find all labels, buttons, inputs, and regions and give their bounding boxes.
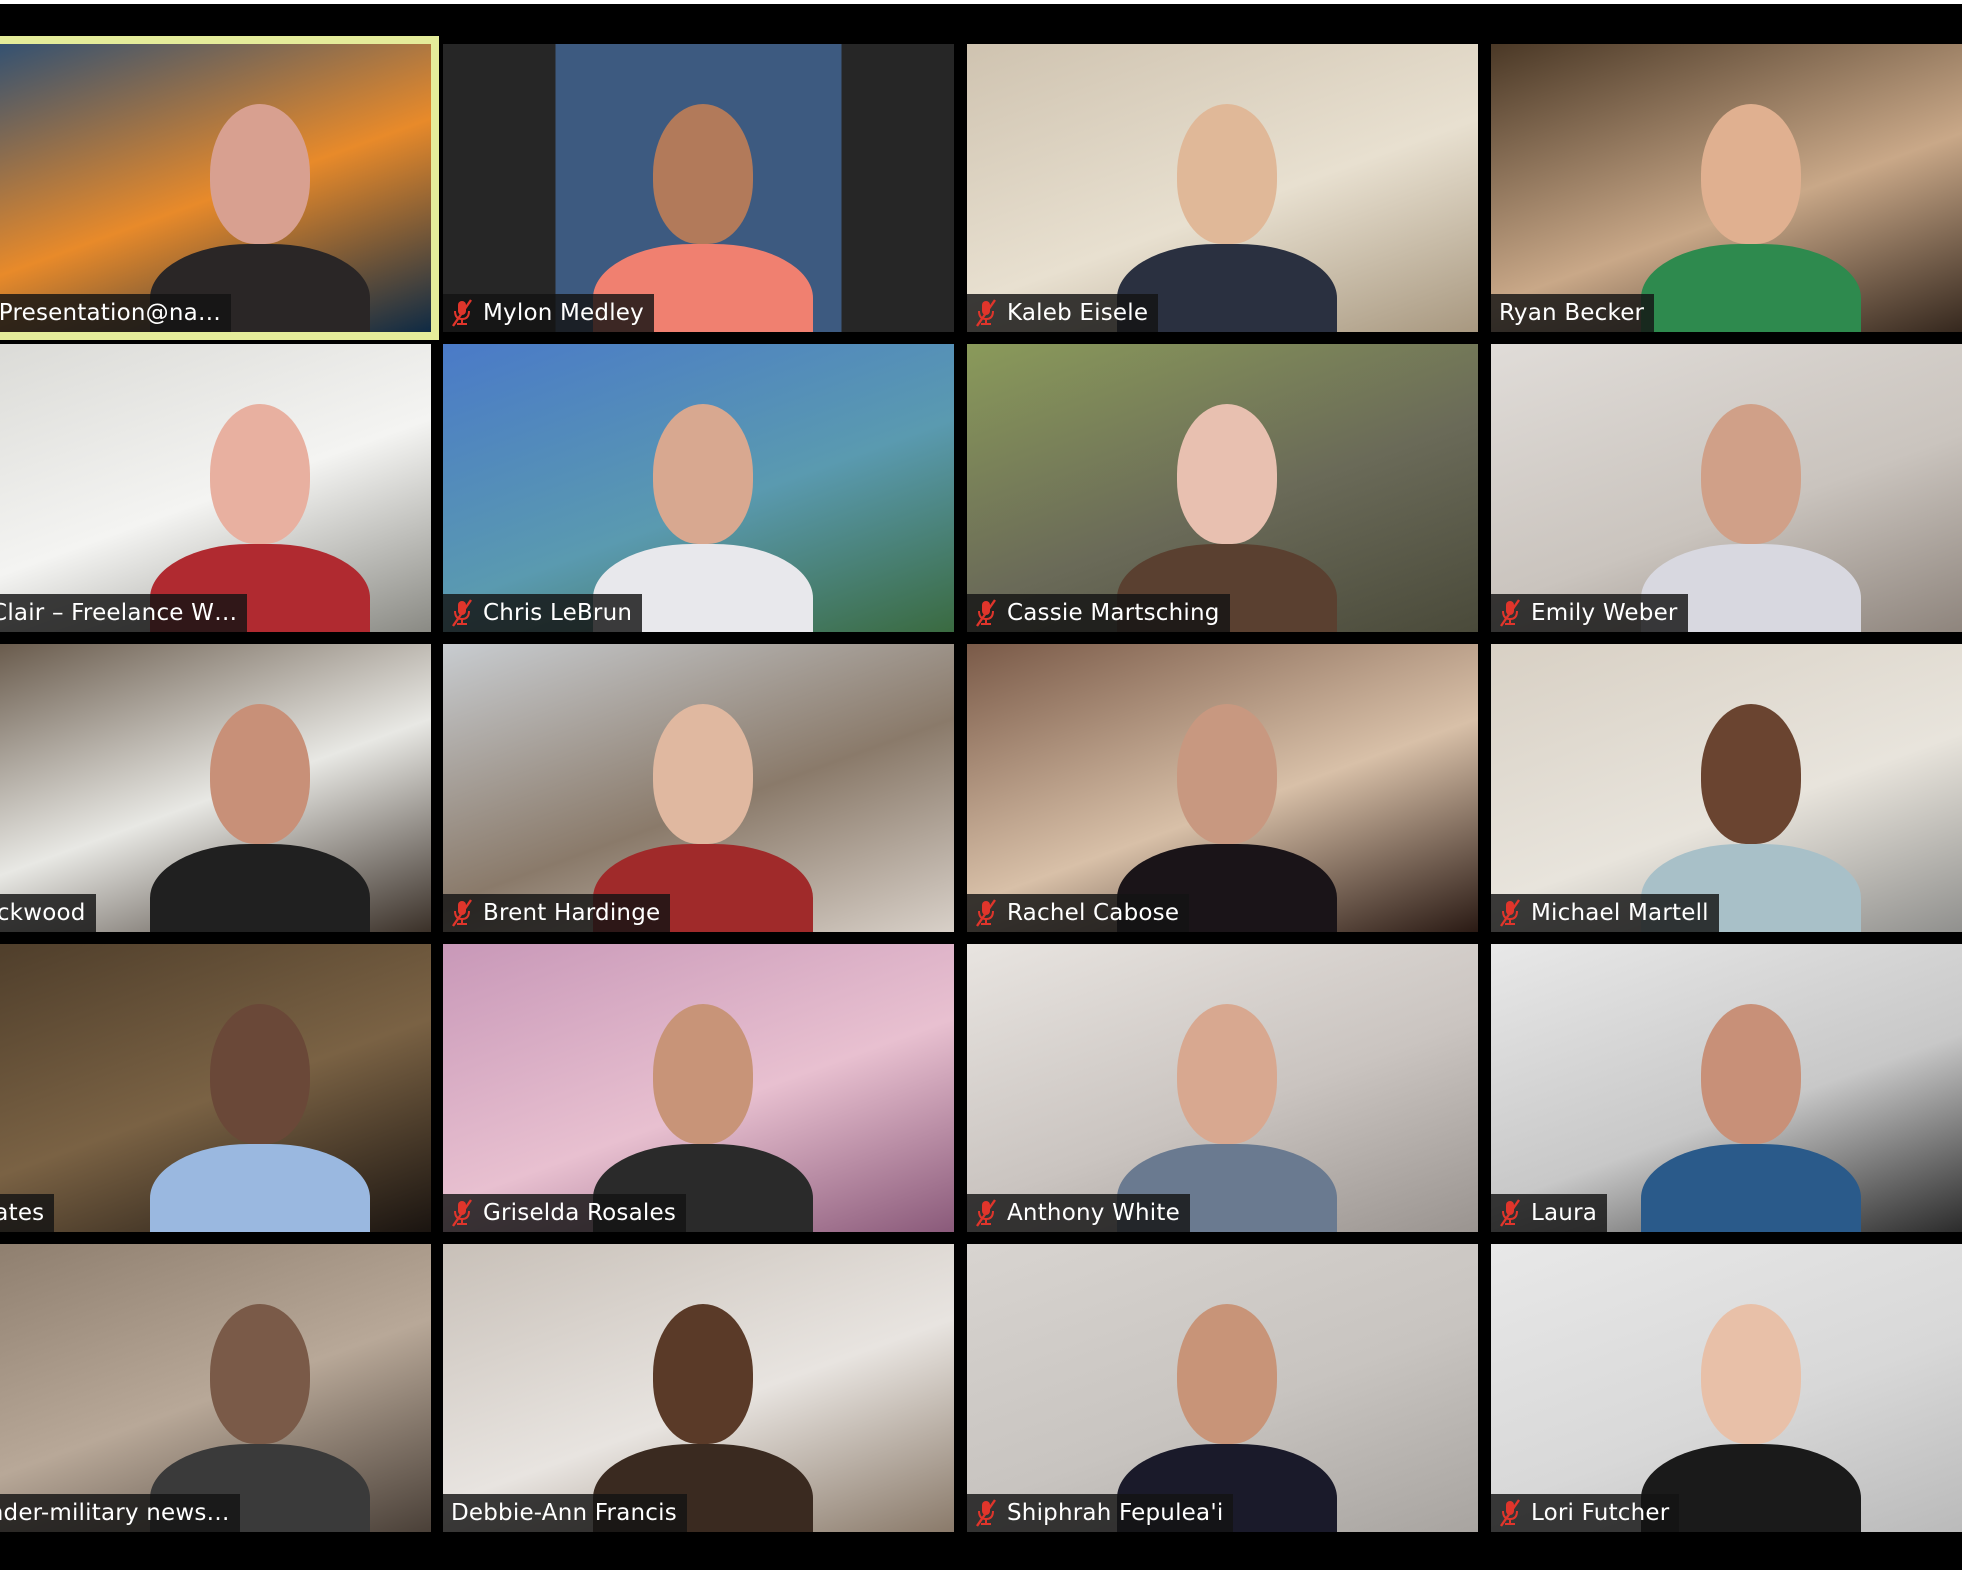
participant-silhouette-face	[653, 404, 753, 544]
muted-microphone-icon	[975, 599, 997, 627]
participant-name: Brent Hardinge	[483, 900, 661, 926]
participant-tile[interactable]: Anthony White	[967, 944, 1478, 1232]
participant-silhouette-face	[210, 404, 310, 544]
participant-name: iree.Lockwood	[0, 900, 86, 926]
participant-name-label: Chris LeBrun	[443, 594, 643, 632]
muted-microphone-icon	[975, 1499, 997, 1527]
participant-tile[interactable]: Griselda Rosales	[443, 944, 954, 1232]
participant-tile[interactable]: Cassie Martsching	[967, 344, 1478, 632]
participant-silhouette-body	[150, 844, 370, 932]
participant-tile[interactable]: nnye Yates	[0, 944, 431, 1232]
participant-silhouette-face	[1701, 1304, 1801, 1444]
participant-name: hel Ponder-military news…	[0, 1500, 230, 1526]
participant-silhouette-face	[1701, 1004, 1801, 1144]
participant-name-label: nnye Yates	[0, 1194, 55, 1232]
participant-tile[interactable]: ky St. Clair – Freelance W…	[0, 344, 431, 632]
participant-silhouette-body	[150, 1144, 370, 1232]
participant-tile[interactable]: Rachel Cabose	[967, 644, 1478, 932]
participant-silhouette-body	[1641, 1144, 1861, 1232]
participant-name-label: Michael Martell	[1491, 894, 1719, 932]
participant-tile[interactable]: Ryan Becker	[1491, 44, 1962, 332]
participant-silhouette-face	[1701, 404, 1801, 544]
participant-silhouette-face	[1177, 404, 1277, 544]
participant-silhouette-face	[210, 1004, 310, 1144]
participant-name: Chris LeBrun	[483, 600, 633, 626]
participant-name-label: Debbie-Ann Francis	[443, 1494, 687, 1532]
gallery-view-grid: eynotePresentation@na… Mylon Medley Kaleb …	[0, 0, 1962, 1570]
participant-name-label: Rachel Cabose	[967, 894, 1190, 932]
muted-microphone-icon	[975, 1199, 997, 1227]
participant-name-label: Lori Futcher	[1491, 1494, 1680, 1532]
participant-name: Debbie-Ann Francis	[451, 1500, 677, 1526]
participant-silhouette-face	[210, 1304, 310, 1444]
participant-silhouette-face	[1177, 704, 1277, 844]
muted-microphone-icon	[451, 1199, 473, 1227]
participant-name: nnye Yates	[0, 1200, 45, 1226]
participant-name: Griselda Rosales	[483, 1200, 677, 1226]
participant-name: eynotePresentation@na…	[0, 300, 222, 326]
muted-microphone-icon	[975, 299, 997, 327]
participant-name-label: Griselda Rosales	[443, 1194, 687, 1232]
participant-name: Laura	[1531, 1200, 1598, 1226]
participant-silhouette-face	[1701, 704, 1801, 844]
participant-tile[interactable]: Emily Weber	[1491, 344, 1962, 632]
participant-tile[interactable]: Debbie-Ann Francis	[443, 1244, 954, 1532]
participant-silhouette-face	[653, 104, 753, 244]
participant-tile[interactable]: Michael Martell	[1491, 644, 1962, 932]
participant-name: Shiphrah Fepulea'i	[1007, 1500, 1224, 1526]
muted-microphone-icon	[1499, 599, 1521, 627]
participant-silhouette-face	[210, 704, 310, 844]
muted-microphone-icon	[1499, 1199, 1521, 1227]
participant-name: Emily Weber	[1531, 600, 1678, 626]
muted-microphone-icon	[975, 899, 997, 927]
participant-tile[interactable]: Lori Futcher	[1491, 1244, 1962, 1532]
participant-name: Michael Martell	[1531, 900, 1709, 926]
participant-name-label: eynotePresentation@na…	[0, 294, 232, 332]
muted-microphone-icon	[1499, 899, 1521, 927]
participant-tile[interactable]: iree.Lockwood	[0, 644, 431, 932]
participant-tile[interactable]: Mylon Medley	[443, 44, 954, 332]
participant-silhouette-body	[1641, 244, 1861, 332]
participant-tile[interactable]: Kaleb Eisele	[967, 44, 1478, 332]
participant-name: Rachel Cabose	[1007, 900, 1180, 926]
participant-name-label: Kaleb Eisele	[967, 294, 1159, 332]
participant-silhouette-face	[210, 104, 310, 244]
participant-name: Lori Futcher	[1531, 1500, 1670, 1526]
participant-name: Cassie Martsching	[1007, 600, 1220, 626]
participant-name-label: Ryan Becker	[1491, 294, 1655, 332]
participant-name-label: Laura	[1491, 1194, 1608, 1232]
participant-silhouette-face	[653, 1004, 753, 1144]
participant-name-label: Anthony White	[967, 1194, 1190, 1232]
participant-tile[interactable]: Laura	[1491, 944, 1962, 1232]
muted-microphone-icon	[451, 299, 473, 327]
participant-silhouette-face	[1177, 1004, 1277, 1144]
participant-name-label: hel Ponder-military news…	[0, 1494, 240, 1532]
participant-name: ky St. Clair – Freelance W…	[0, 600, 238, 626]
participant-silhouette-face	[1177, 1304, 1277, 1444]
participant-tile[interactable]: Brent Hardinge	[443, 644, 954, 932]
participant-name: Ryan Becker	[1499, 300, 1645, 326]
participant-name: Mylon Medley	[483, 300, 644, 326]
participant-name-label: iree.Lockwood	[0, 894, 96, 932]
muted-microphone-icon	[451, 899, 473, 927]
participant-name-label: Brent Hardinge	[443, 894, 671, 932]
participant-name-label: ky St. Clair – Freelance W…	[0, 594, 248, 632]
participant-name-label: Mylon Medley	[443, 294, 654, 332]
participant-silhouette-face	[653, 704, 753, 844]
participant-silhouette-face	[653, 1304, 753, 1444]
muted-microphone-icon	[1499, 1499, 1521, 1527]
participant-tile[interactable]: eynotePresentation@na…	[0, 36, 439, 340]
participant-name: Kaleb Eisele	[1007, 300, 1149, 326]
participant-name-label: Shiphrah Fepulea'i	[967, 1494, 1234, 1532]
participant-tile[interactable]: hel Ponder-military news…	[0, 1244, 431, 1532]
participant-name-label: Cassie Martsching	[967, 594, 1230, 632]
muted-microphone-icon	[451, 599, 473, 627]
participant-tile[interactable]: Chris LeBrun	[443, 344, 954, 632]
participant-silhouette-face	[1177, 104, 1277, 244]
participant-silhouette-face	[1701, 104, 1801, 244]
participant-tile[interactable]: Shiphrah Fepulea'i	[967, 1244, 1478, 1532]
participant-name-label: Emily Weber	[1491, 594, 1688, 632]
participant-name: Anthony White	[1007, 1200, 1180, 1226]
